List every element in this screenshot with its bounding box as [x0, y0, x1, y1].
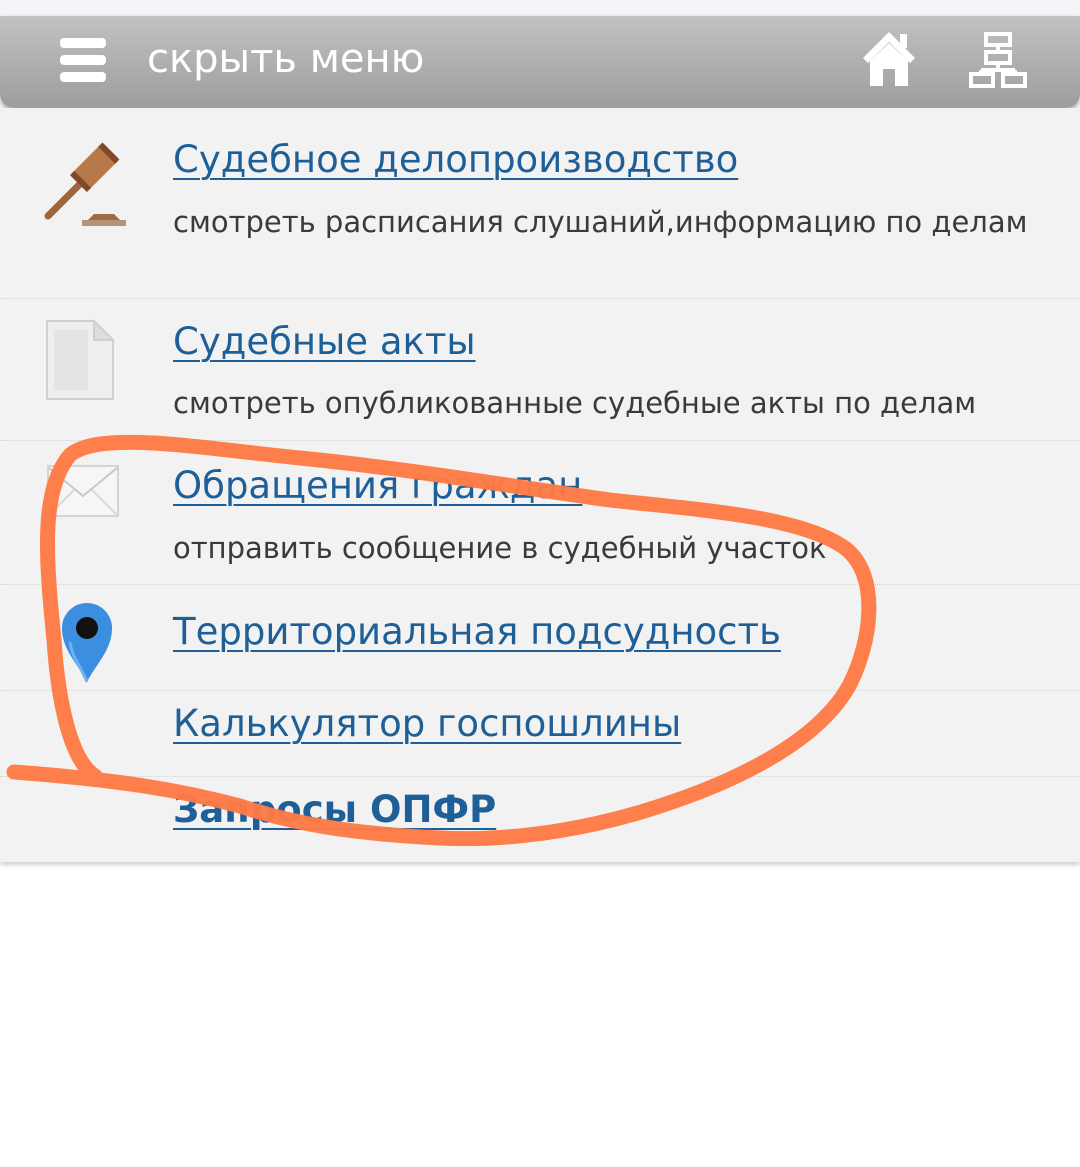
item-citizen-appeals-link[interactable]: Обращения граждан — [173, 464, 582, 508]
page: скрыть меню Судебное делопроизводство см… — [0, 0, 1080, 1167]
gavel-icon — [44, 142, 126, 226]
hide-menu-toggle[interactable]: скрыть меню — [147, 34, 424, 84]
list-item: Запросы ОПФР — [0, 776, 1080, 862]
item-pfr-requests-link[interactable]: Запросы ОПФР — [173, 788, 496, 832]
item-fee-calculator-link[interactable]: Калькулятор госпошлины — [173, 702, 681, 746]
envelope-icon — [47, 465, 119, 517]
item-territorial-jurisdiction-link[interactable]: Территориальная подсудность — [173, 610, 781, 654]
menu-list: Судебное делопроизводство смотреть распи… — [0, 108, 1080, 862]
list-item: Калькулятор госпошлины — [0, 690, 1080, 777]
list-item: Обращения граждан отправить сообщение в … — [0, 440, 1080, 585]
hamburger-menu-icon[interactable] — [60, 38, 106, 82]
item-court-proceedings-link[interactable]: Судебное делопроизводство — [173, 138, 738, 182]
document-icon — [46, 318, 116, 400]
list-item: Судебные акты смотреть опубликованные су… — [0, 298, 1080, 441]
item-court-proceedings-description: смотреть расписания слушаний,информацию … — [173, 205, 1028, 239]
item-court-acts-description: смотреть опубликованные судебные акты по… — [173, 386, 977, 420]
map-pin-icon — [62, 603, 112, 683]
item-court-acts-link[interactable]: Судебные акты — [173, 320, 476, 364]
list-item: Территориальная подсудность — [0, 584, 1080, 691]
status-strip — [0, 0, 1080, 16]
list-item: Судебное делопроизводство смотреть распи… — [0, 108, 1080, 299]
menu-bar: скрыть меню — [0, 16, 1080, 108]
home-icon[interactable] — [862, 30, 916, 88]
sitemap-icon[interactable] — [969, 32, 1027, 88]
item-citizen-appeals-description: отправить сообщение в судебный участок — [173, 531, 827, 565]
